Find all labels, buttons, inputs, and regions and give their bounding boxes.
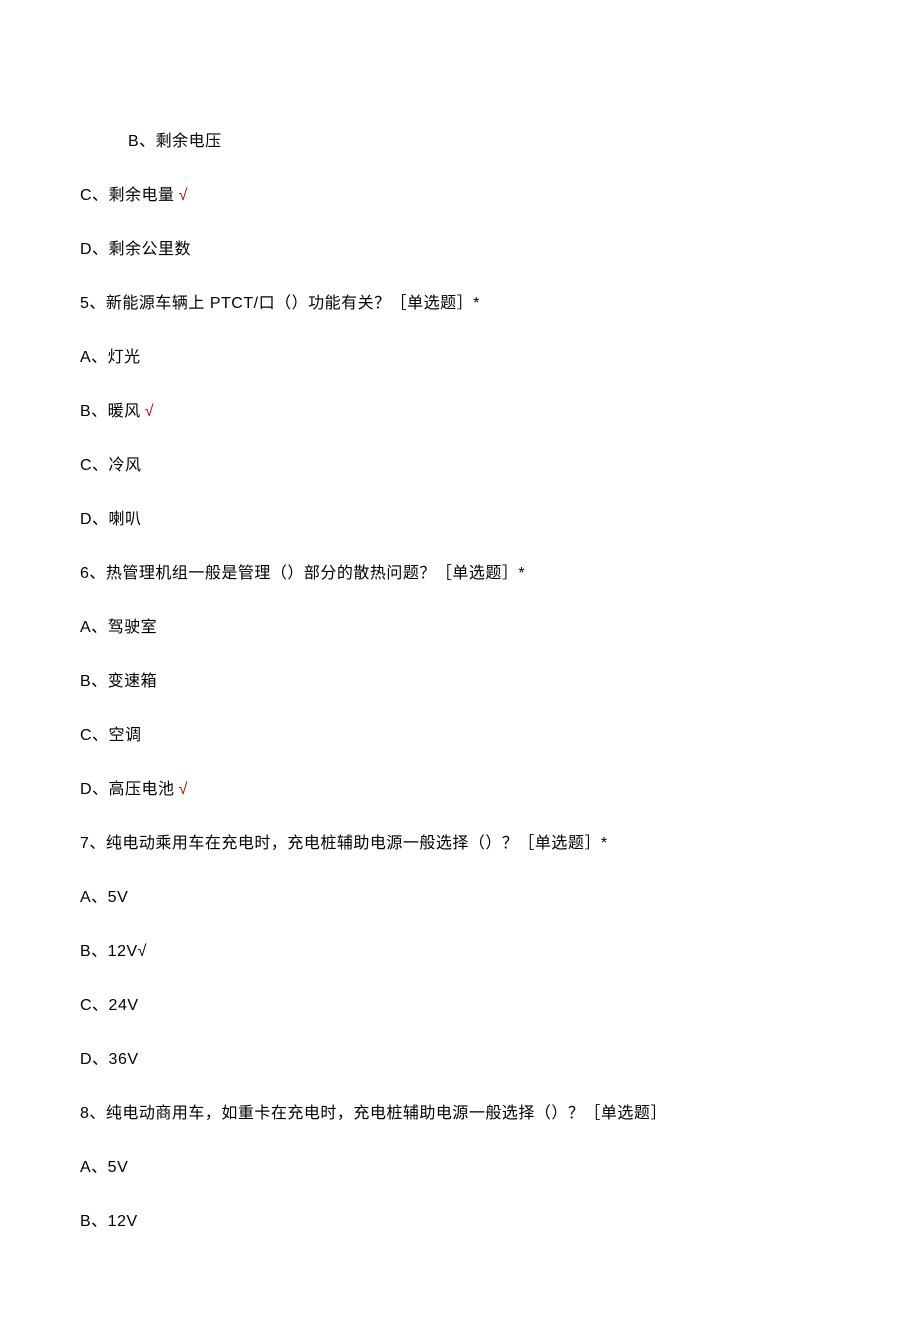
line-text: A、5V (80, 889, 128, 906)
line-text: C、24V (80, 997, 139, 1014)
line-text: B、变速箱 (80, 673, 157, 690)
line-text: D、剩余公里数 (80, 241, 191, 258)
line-text: 6、热管理机组一般是管理（）部分的散热问题？［单选题］* (80, 565, 525, 582)
check-mark: √ (145, 403, 154, 420)
text-line: A、驾驶室 (80, 616, 840, 640)
text-line: 7、纯电动乘用车在充电时，充电桩辅助电源一般选择（）？［单选题］* (80, 832, 840, 856)
text-line: B、变速箱 (80, 670, 840, 694)
text-line: C、空调 (80, 724, 840, 748)
line-text: A、灯光 (80, 349, 141, 366)
text-line: B、12V√ (80, 940, 840, 964)
text-line: A、灯光 (80, 346, 840, 370)
text-line: C、24V (80, 994, 840, 1018)
line-text: B、12V√ (80, 943, 147, 960)
line-text: B、12V (80, 1213, 138, 1230)
text-line: B、暖风√ (80, 400, 840, 424)
line-text: B、暖风 (80, 403, 141, 420)
line-text: D、36V (80, 1051, 139, 1068)
text-line: 6、热管理机组一般是管理（）部分的散热问题？［单选题］* (80, 562, 840, 586)
line-text: C、冷风 (80, 457, 142, 474)
line-text: B、剩余电压 (128, 133, 222, 150)
line-text: 5、新能源车辆上 PTCT/口（）功能有关？［单选题］* (80, 295, 480, 312)
text-line: 8、纯电动商用车，如重卡在充电时，充电桩辅助电源一般选择（）？［单选题］ (80, 1102, 840, 1126)
text-line: A、5V (80, 1156, 840, 1180)
text-line: 5、新能源车辆上 PTCT/口（）功能有关？［单选题］* (80, 292, 840, 316)
line-text: D、喇叭 (80, 511, 142, 528)
check-mark: √ (179, 187, 188, 204)
text-line: D、喇叭 (80, 508, 840, 532)
document-page: B、剩余电压C、剩余电量√D、剩余公里数5、新能源车辆上 PTCT/口（）功能有… (0, 0, 920, 1344)
text-line: A、5V (80, 886, 840, 910)
line-text: 7、纯电动乘用车在充电时，充电桩辅助电源一般选择（）？［单选题］* (80, 835, 608, 852)
line-text: A、5V (80, 1159, 128, 1176)
line-text: C、剩余电量 (80, 187, 175, 204)
text-line: D、36V (80, 1048, 840, 1072)
text-line: C、冷风 (80, 454, 840, 478)
text-line: B、剩余电压 (80, 130, 840, 154)
line-text: D、高压电池 (80, 781, 175, 798)
text-line: B、12V (80, 1210, 840, 1234)
line-text: C、空调 (80, 727, 142, 744)
text-line: D、高压电池√ (80, 778, 840, 802)
check-mark: √ (179, 781, 188, 798)
line-text: A、驾驶室 (80, 619, 157, 636)
line-text: 8、纯电动商用车，如重卡在充电时，充电桩辅助电源一般选择（）？［单选题］ (80, 1105, 667, 1122)
text-line: C、剩余电量√ (80, 184, 840, 208)
text-line: D、剩余公里数 (80, 238, 840, 262)
